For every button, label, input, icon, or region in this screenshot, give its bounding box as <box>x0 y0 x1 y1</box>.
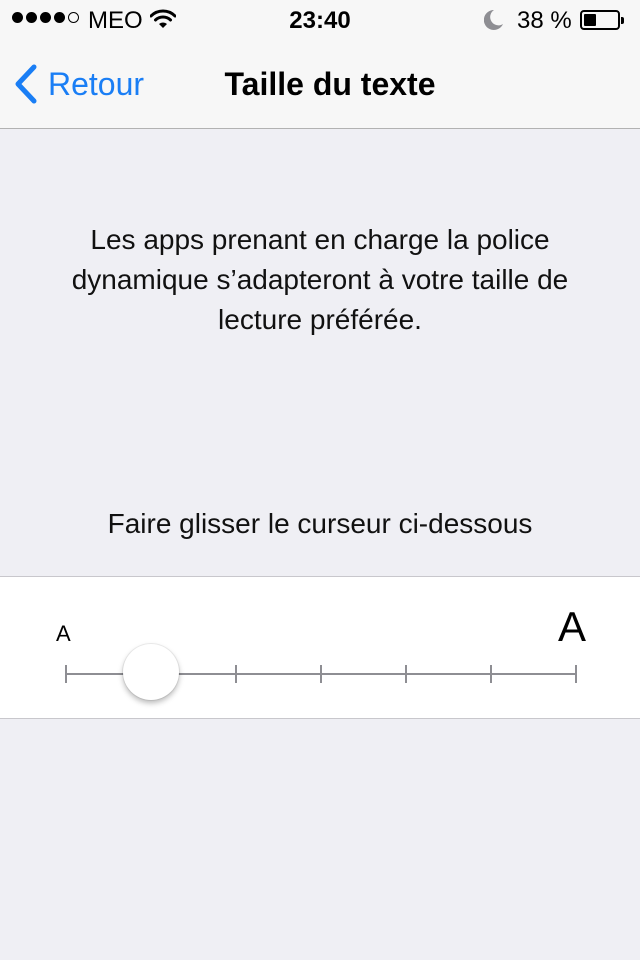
slider-tick <box>575 665 577 683</box>
moon-icon <box>483 9 504 38</box>
text-size-slider-panel: A A <box>0 576 640 719</box>
slider-hint: Faire glisser le curseur ci-dessous <box>107 508 533 539</box>
slider-tick <box>65 665 67 683</box>
small-a-label: A <box>56 621 71 646</box>
page-title: Taille du texte <box>224 66 436 102</box>
chevron-left-icon <box>14 64 38 104</box>
battery-fill <box>584 14 596 26</box>
slider-tick <box>490 665 492 683</box>
top-bar: MEO 23:40 38 % Retour Taille du texte <box>0 0 640 129</box>
battery-percent: 38 % <box>517 7 572 34</box>
navigation-bar: Retour Taille du texte <box>0 40 640 128</box>
back-button[interactable]: Retour <box>14 62 144 106</box>
slider-tick <box>235 665 237 683</box>
slider-tick <box>320 665 322 683</box>
slider-tick <box>405 665 407 683</box>
back-label: Retour <box>48 65 145 102</box>
description-text: Les apps prenant en charge la police dyn… <box>71 224 569 335</box>
slider-thumb[interactable] <box>123 644 179 700</box>
status-bar: MEO 23:40 38 % <box>0 0 640 40</box>
battery-icon <box>580 10 624 30</box>
large-a-label: A <box>558 603 587 650</box>
